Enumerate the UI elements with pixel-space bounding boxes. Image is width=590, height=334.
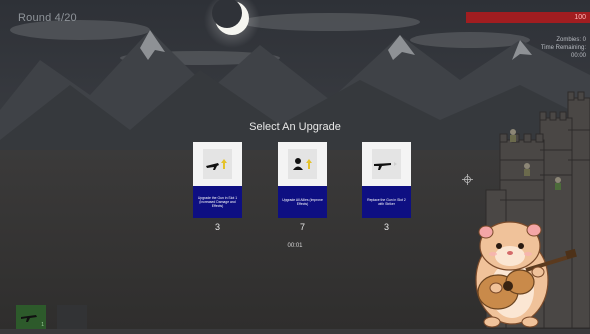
rifle-up-icon: [203, 149, 232, 179]
shotgun-swap-icon: [372, 149, 401, 179]
upgrade-card-gun-slot-1[interactable]: Upgrade the Gun in Slot 1 (Increased Dam…: [193, 142, 242, 218]
weapon-slot-1[interactable]: 1: [16, 305, 46, 329]
slot-label: 1: [41, 322, 44, 328]
upgrade-timer: 00:01: [287, 243, 303, 249]
card-cost: 3: [383, 222, 389, 232]
weapon-slot-2[interactable]: [57, 305, 87, 329]
card-cost: 3: [214, 222, 220, 232]
zombie-count: Zombies: 0: [556, 37, 586, 43]
upgrade-card-replace-slot-2[interactable]: Replace the Gun in Slot 2 with Striker: [362, 142, 411, 218]
upgrade-card-allies[interactable]: Upgrade All Allies (Improve Effects): [278, 142, 327, 218]
ally-up-icon: [288, 149, 317, 179]
card-description: Upgrade All Allies (Improve Effects): [278, 186, 327, 218]
health-bar: 100: [466, 12, 590, 23]
time-remaining-label: Time Remaining:: [540, 45, 586, 51]
crosshair-icon: [462, 172, 473, 185]
upgrade-heading: Select An Upgrade: [249, 121, 341, 133]
card-description: Upgrade the Gun in Slot 1 (Increased Dam…: [193, 186, 242, 218]
round-counter: Round 4/20: [18, 12, 77, 24]
card-description: Replace the Gun in Slot 2 with Striker: [362, 186, 411, 218]
time-remaining-value: 00:00: [570, 53, 586, 59]
card-cost: 7: [299, 222, 305, 232]
health-value: 100: [574, 14, 586, 21]
